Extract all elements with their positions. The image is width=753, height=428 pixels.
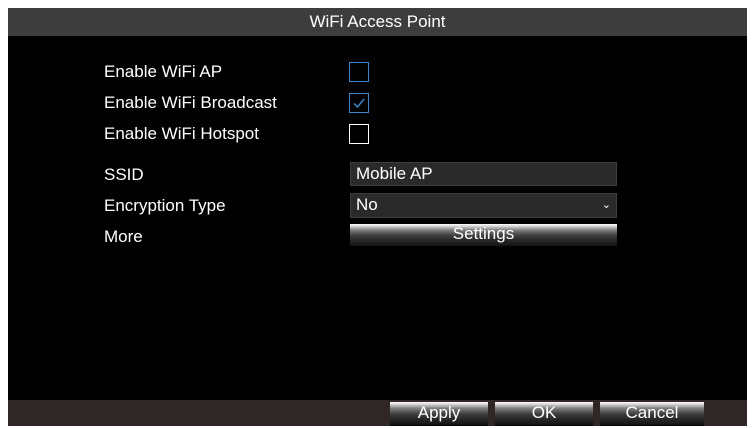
encryption-type-value: No (356, 195, 378, 214)
enable-broadcast-label: Enable WiFi Broadcast (104, 93, 277, 112)
ok-button[interactable]: OK (495, 402, 593, 426)
check-icon (353, 98, 365, 109)
enable-broadcast-checkbox[interactable] (349, 93, 369, 113)
wifi-ap-dialog: WiFi Access Point Enable WiFi AP Enable … (8, 8, 747, 426)
enable-ap-label: Enable WiFi AP (104, 62, 223, 81)
encryption-type-select[interactable]: No ⌄ (350, 193, 617, 218)
apply-button[interactable]: Apply (390, 402, 488, 426)
enable-hotspot-label: Enable WiFi Hotspot (104, 124, 259, 143)
cancel-button[interactable]: Cancel (600, 402, 704, 426)
ssid-label: SSID (104, 165, 144, 184)
enable-hotspot-checkbox[interactable] (349, 124, 369, 144)
ssid-value: Mobile AP (356, 164, 433, 183)
dialog-title: WiFi Access Point (8, 8, 747, 36)
chevron-down-icon: ⌄ (601, 199, 611, 211)
settings-button[interactable]: Settings (350, 224, 617, 247)
more-label: More (104, 227, 143, 246)
encryption-type-label: Encryption Type (104, 196, 226, 215)
enable-ap-checkbox[interactable] (349, 62, 369, 82)
ssid-input[interactable]: Mobile AP (350, 162, 617, 186)
